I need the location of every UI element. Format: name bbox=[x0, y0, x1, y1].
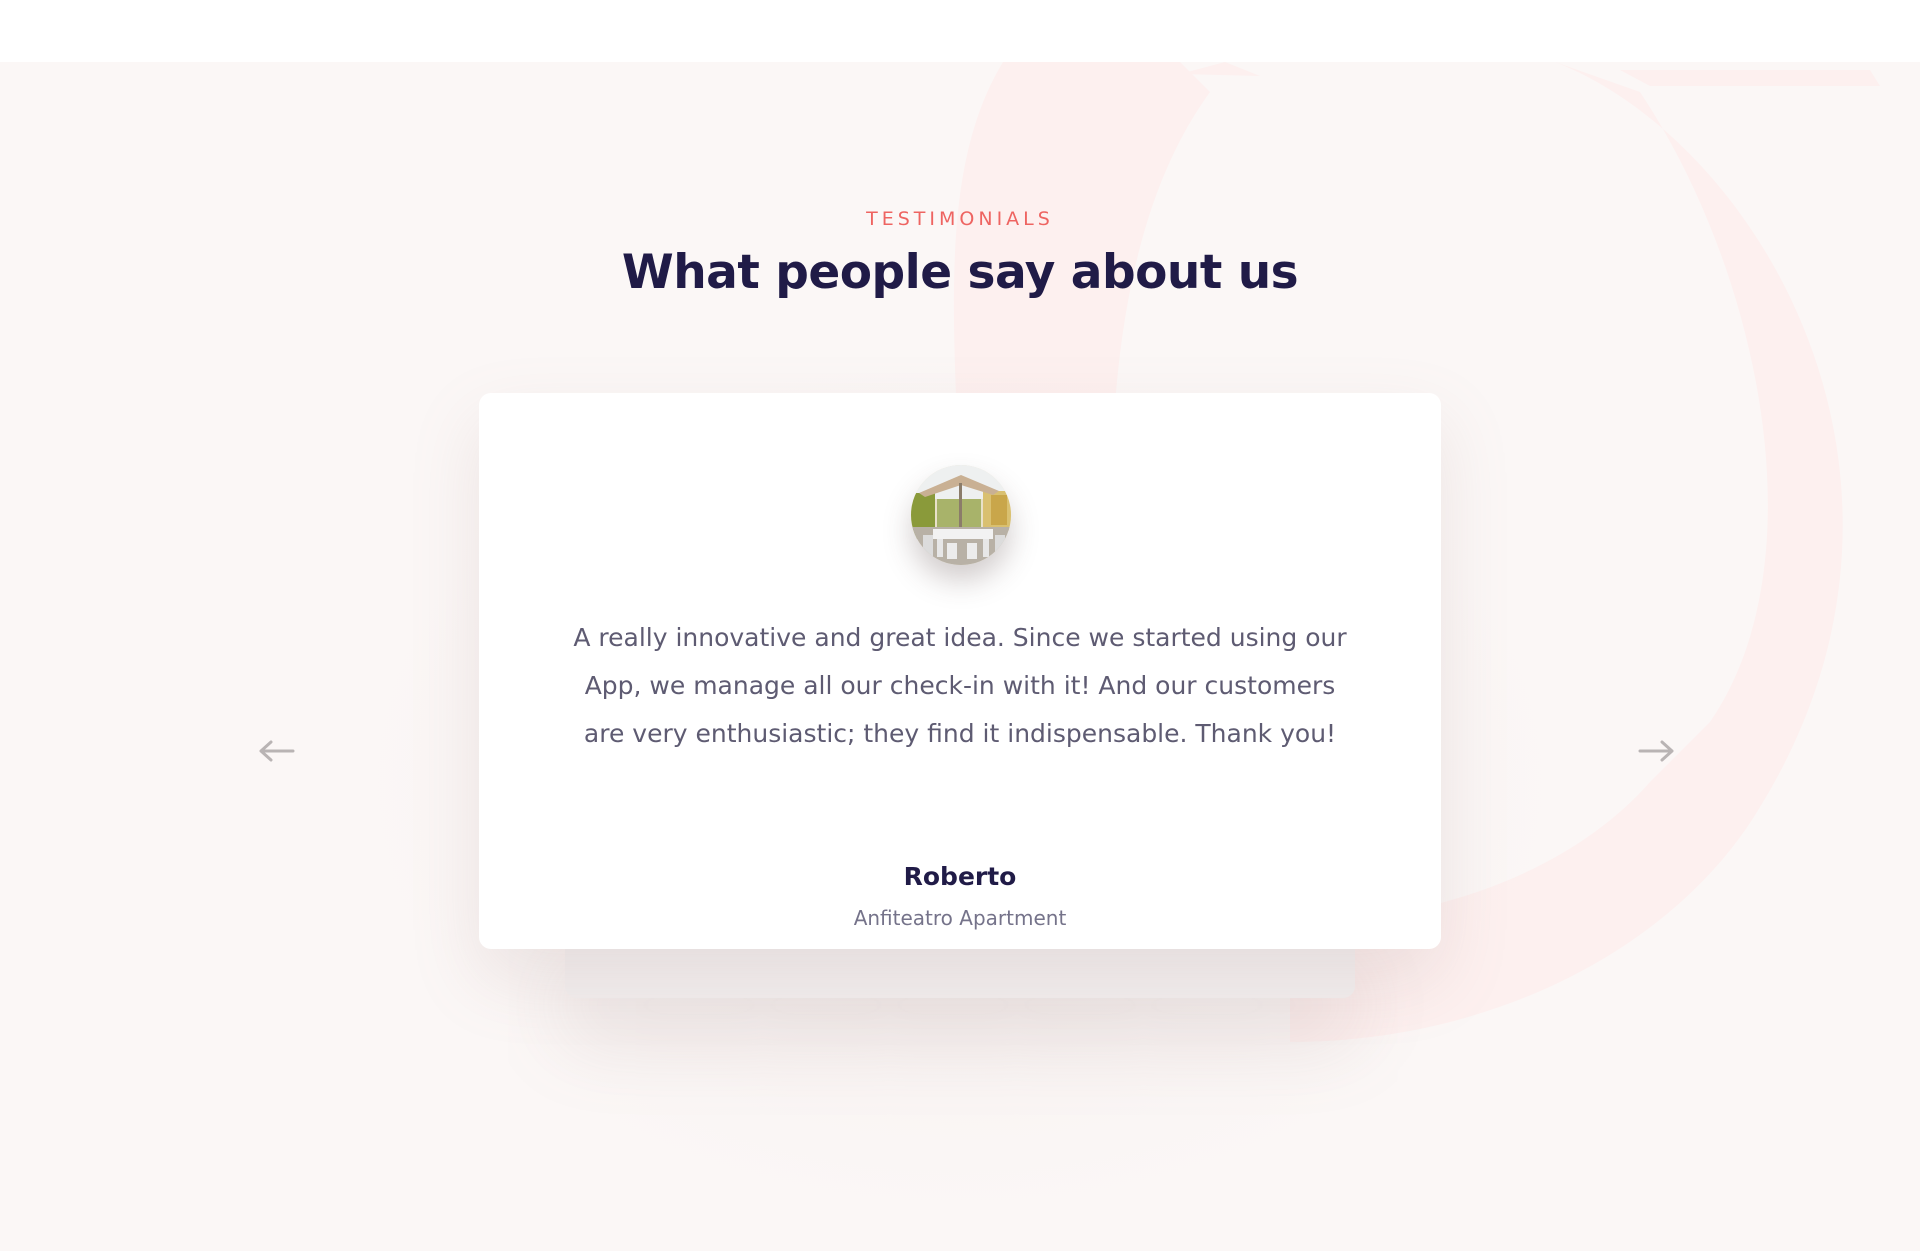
testimonials-section: TESTIMONIALS What people say about us A … bbox=[0, 62, 1920, 1251]
next-button[interactable] bbox=[1636, 736, 1676, 766]
testimonial-company: Anfiteatro Apartment bbox=[853, 906, 1067, 930]
arrow-right-icon bbox=[1638, 740, 1674, 762]
arrow-left-icon bbox=[259, 740, 295, 762]
testimonial-quote: A really innovative and great idea. Sinc… bbox=[573, 623, 1347, 748]
prev-button[interactable] bbox=[257, 736, 297, 766]
section-heading: What people say about us bbox=[621, 245, 1299, 300]
testimonial-card: A really innovative and great idea. Sinc… bbox=[479, 393, 1441, 949]
section-eyebrow: TESTIMONIALS bbox=[866, 208, 1054, 230]
top-bar bbox=[0, 0, 1920, 62]
avatar bbox=[911, 465, 1011, 565]
patio-photo-icon bbox=[911, 465, 1011, 565]
testimonial-author: Roberto bbox=[903, 862, 1017, 891]
